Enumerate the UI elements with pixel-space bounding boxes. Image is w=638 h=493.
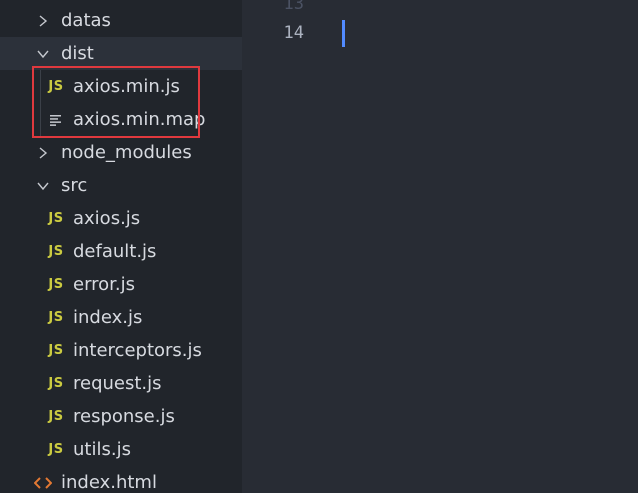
editor-pane[interactable]: 13 14	[242, 0, 638, 493]
explorer-item-label: axios.min.js	[73, 76, 180, 97]
js-file-icon: JS	[48, 79, 64, 94]
chevron-right-icon	[36, 146, 50, 160]
explorer-item-axios-min-js[interactable]: JS axios.min.js	[0, 70, 242, 103]
text-cursor	[342, 20, 345, 47]
explorer-item-response-js[interactable]: JS response.js	[0, 400, 242, 433]
explorer-item-label: utils.js	[73, 439, 131, 460]
explorer-sidebar: datas dist JS axios.min.js axios.min.map…	[0, 0, 242, 493]
explorer-item-src[interactable]: src	[0, 169, 242, 202]
js-file-icon: JS	[48, 277, 64, 292]
js-file-icon: JS	[48, 310, 64, 325]
js-file-icon: JS	[48, 409, 64, 424]
line-number: 14	[283, 23, 304, 43]
explorer-item-dist[interactable]: dist	[0, 37, 242, 70]
explorer-item-label: src	[61, 175, 88, 196]
explorer-item-label: datas	[61, 10, 111, 31]
explorer-item-node-modules[interactable]: node_modules	[0, 136, 242, 169]
explorer-item-label: request.js	[73, 373, 162, 394]
explorer-item-label: error.js	[73, 274, 136, 295]
line-number: 13	[283, 0, 304, 14]
explorer-item-label: axios.min.map	[73, 109, 206, 130]
explorer-item-axios-min-map[interactable]: axios.min.map	[0, 103, 242, 136]
chevron-down-icon	[36, 179, 50, 193]
explorer-item-label: index.js	[73, 307, 143, 328]
explorer-item-utils-js[interactable]: JS utils.js	[0, 433, 242, 466]
explorer-item-default-js[interactable]: JS default.js	[0, 235, 242, 268]
text-lines-icon	[48, 103, 64, 136]
explorer-item-datas[interactable]: datas	[0, 4, 242, 37]
explorer-item-label: dist	[61, 43, 94, 64]
js-file-icon: JS	[48, 442, 64, 457]
html-code-icon	[32, 466, 54, 493]
explorer-item-interceptors-js[interactable]: JS interceptors.js	[0, 334, 242, 367]
vscode-window: datas dist JS axios.min.js axios.min.map…	[0, 0, 638, 493]
js-file-icon: JS	[48, 376, 64, 391]
chevron-down-icon	[36, 47, 50, 61]
js-file-icon: JS	[48, 244, 64, 259]
explorer-item-label: axios.js	[73, 208, 141, 229]
explorer-item-label: index.html	[61, 472, 157, 493]
explorer-item-label: default.js	[73, 241, 157, 262]
explorer-item-request-js[interactable]: JS request.js	[0, 367, 242, 400]
explorer-item-axios-js[interactable]: JS axios.js	[0, 202, 242, 235]
js-file-icon: JS	[48, 343, 64, 358]
explorer-item-label: response.js	[73, 406, 175, 427]
explorer-item-index-js[interactable]: JS index.js	[0, 301, 242, 334]
explorer-item-index-html[interactable]: index.html	[0, 466, 242, 493]
js-file-icon: JS	[48, 211, 64, 226]
explorer-item-label: interceptors.js	[73, 340, 202, 361]
explorer-item-error-js[interactable]: JS error.js	[0, 268, 242, 301]
explorer-item-label: node_modules	[61, 142, 192, 163]
chevron-right-icon	[36, 14, 50, 28]
